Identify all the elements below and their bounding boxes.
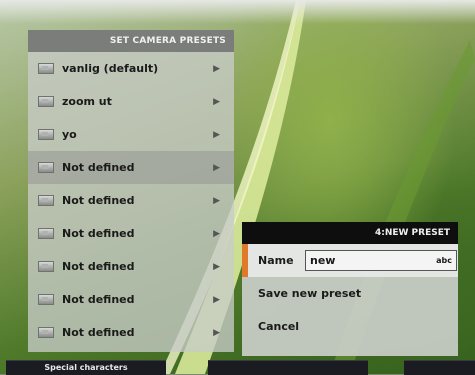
preset-item-selected[interactable]: Not defined ▶ (28, 151, 234, 184)
softkey-3[interactable] (404, 360, 475, 375)
preset-label: Not defined (62, 227, 135, 240)
save-preset-button[interactable]: Save new preset (242, 277, 458, 310)
preset-item[interactable]: vanlig (default) ▶ (28, 52, 234, 85)
camera-icon (38, 96, 54, 107)
name-label: Name (258, 254, 294, 267)
preset-label: Not defined (62, 293, 135, 306)
panel-title: SET CAMERA PRESETS (28, 30, 234, 52)
cancel-button[interactable]: Cancel (242, 310, 458, 343)
preset-label: Not defined (62, 161, 135, 174)
camera-icon (38, 294, 54, 305)
top-band (0, 0, 475, 24)
dialog-title: 4:NEW PRESET (242, 222, 458, 244)
camera-icon (38, 129, 54, 140)
preset-item[interactable]: Not defined ▶ (28, 316, 234, 349)
chevron-right-icon: ▶ (213, 229, 220, 239)
preset-label: Not defined (62, 326, 135, 339)
chevron-right-icon: ▶ (213, 196, 220, 206)
chevron-right-icon: ▶ (213, 262, 220, 272)
camera-icon (38, 195, 54, 206)
chevron-right-icon: ▶ (213, 328, 220, 338)
preset-item[interactable]: zoom ut ▶ (28, 85, 234, 118)
camera-icon (38, 63, 54, 74)
chevron-right-icon: ▶ (213, 97, 220, 107)
camera-presets-panel: SET CAMERA PRESETS vanlig (default) ▶ zo… (28, 30, 234, 352)
preset-item[interactable]: Not defined ▶ (28, 184, 234, 217)
name-input[interactable]: new abc (305, 250, 457, 271)
softkey-2[interactable] (208, 360, 368, 375)
chevron-right-icon: ▶ (213, 163, 220, 173)
chevron-right-icon: ▶ (213, 64, 220, 74)
camera-icon (38, 228, 54, 239)
preset-item[interactable]: Not defined ▶ (28, 217, 234, 250)
preset-label: vanlig (default) (62, 62, 159, 75)
camera-icon (38, 162, 54, 173)
camera-icon (38, 261, 54, 272)
chevron-right-icon: ▶ (213, 295, 220, 305)
name-row: Name new abc (242, 244, 458, 277)
camera-icon (38, 327, 54, 338)
name-input-value: new (310, 254, 336, 267)
focus-indicator (242, 244, 248, 277)
preset-item[interactable]: Not defined ▶ (28, 283, 234, 316)
preset-item[interactable]: Not defined ▶ (28, 250, 234, 283)
preset-label: Not defined (62, 194, 135, 207)
preset-label: yo (62, 128, 77, 141)
softkey-special-characters[interactable]: Special characters (6, 360, 166, 375)
preset-label: zoom ut (62, 95, 112, 108)
chevron-right-icon: ▶ (213, 130, 220, 140)
preset-label: Not defined (62, 260, 135, 273)
new-preset-dialog: 4:NEW PRESET Name new abc Save new prese… (242, 222, 458, 356)
preset-item[interactable]: yo ▶ (28, 118, 234, 151)
input-mode-indicator: abc (436, 256, 452, 265)
